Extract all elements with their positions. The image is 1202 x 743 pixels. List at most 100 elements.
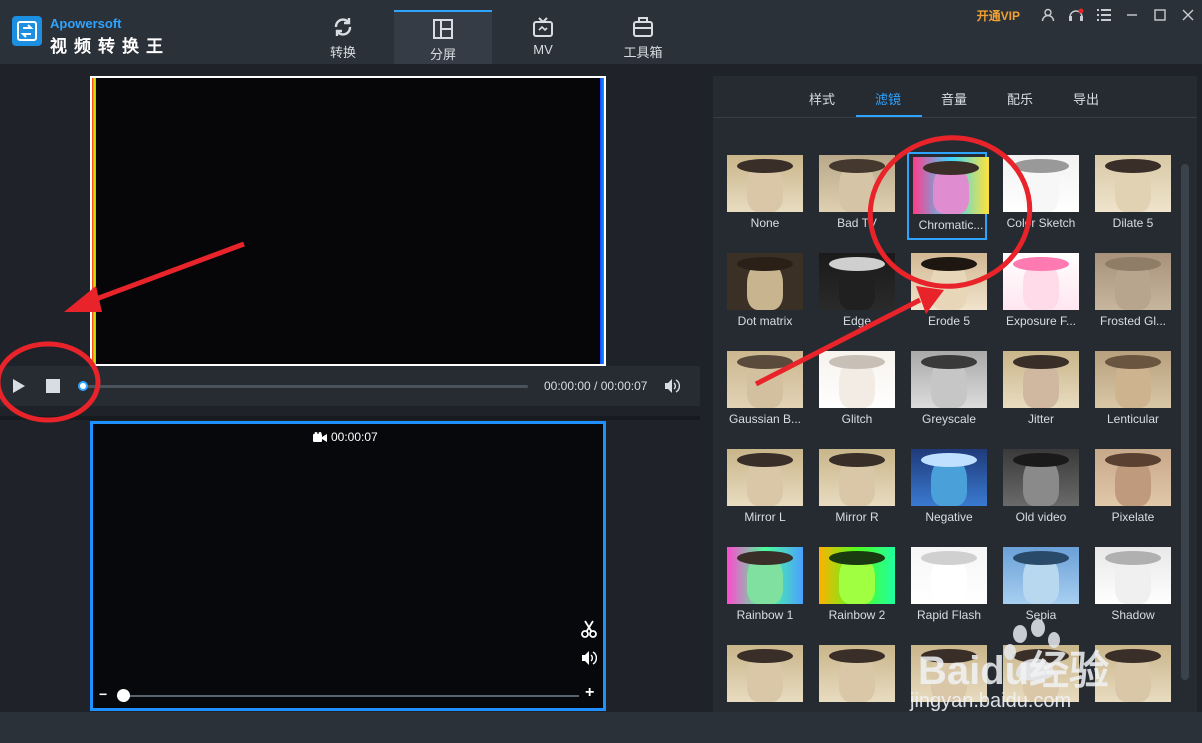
chromatic-edge-left bbox=[92, 78, 96, 364]
tab-export[interactable]: 导出 bbox=[1073, 89, 1099, 108]
hat-image bbox=[829, 551, 885, 565]
filter-item[interactable]: Old video bbox=[999, 446, 1079, 534]
brand-name: Apowersoft bbox=[50, 16, 122, 31]
filter-label: Old video bbox=[1015, 510, 1067, 524]
filter-item[interactable]: Frosted Gl... bbox=[1091, 250, 1171, 338]
filter-thumbnail bbox=[1095, 351, 1171, 408]
filter-label: Glitch bbox=[841, 412, 873, 426]
tab-split-screen[interactable]: 分屏 bbox=[394, 10, 492, 64]
pane-divider bbox=[0, 416, 700, 420]
hat-image bbox=[829, 159, 885, 173]
filter-thumbnail bbox=[911, 351, 987, 408]
playback-time: 00:00:00 / 00:00:07 bbox=[544, 379, 648, 393]
watermark-url: jingyan.baidu.com bbox=[910, 690, 1072, 712]
hat-image bbox=[1105, 551, 1161, 565]
filter-scrollbar[interactable] bbox=[1181, 164, 1189, 680]
clip-duration-text: 00:00:07 bbox=[331, 430, 378, 444]
filter-item[interactable]: Rainbow 1 bbox=[723, 544, 803, 632]
maximize-icon[interactable] bbox=[1146, 0, 1174, 30]
volume-icon bbox=[582, 651, 598, 665]
tab-convert-label: 转换 bbox=[329, 45, 356, 60]
volume-button[interactable] bbox=[664, 378, 681, 399]
hat-image bbox=[1013, 551, 1069, 565]
filter-item[interactable]: Lenticular bbox=[1091, 348, 1171, 436]
tab-music[interactable]: 配乐 bbox=[1007, 89, 1033, 108]
hat-image bbox=[921, 257, 977, 271]
filter-item[interactable]: Greyscale bbox=[907, 348, 987, 436]
hat-image bbox=[1013, 159, 1069, 173]
tab-toolbox-label: 工具箱 bbox=[623, 45, 663, 60]
tab-convert[interactable]: 转换 bbox=[294, 10, 392, 64]
menu-icon[interactable] bbox=[1090, 0, 1118, 30]
filter-item[interactable]: Erode 5 bbox=[907, 250, 987, 338]
filter-thumbnail bbox=[911, 449, 987, 506]
filter-thumbnail bbox=[1003, 449, 1079, 506]
filter-label: Rainbow 1 bbox=[736, 608, 794, 622]
filter-label: Dot matrix bbox=[737, 314, 793, 328]
filter-item[interactable]: Glitch bbox=[815, 348, 895, 436]
scissors-icon bbox=[581, 620, 597, 638]
filter-item[interactable]: Edge bbox=[815, 250, 895, 338]
filter-item[interactable]: Bad TV bbox=[815, 152, 895, 240]
filter-item[interactable]: Chromatic... bbox=[907, 152, 989, 240]
clip-zoom-handle[interactable] bbox=[117, 689, 130, 702]
source-clip-preview[interactable]: 00:00:07 − + bbox=[90, 421, 606, 711]
filter-item[interactable]: Mirror L bbox=[723, 446, 803, 534]
hat-image bbox=[1105, 257, 1161, 271]
filter-item[interactable]: Negative bbox=[907, 446, 987, 534]
filter-item[interactable]: None bbox=[723, 152, 803, 240]
support-icon[interactable] bbox=[1062, 0, 1090, 30]
minimize-icon[interactable] bbox=[1118, 0, 1146, 30]
filter-item[interactable]: Gaussian B... bbox=[723, 348, 803, 436]
video-camera-icon bbox=[313, 431, 327, 442]
filter-thumbnail bbox=[727, 155, 803, 212]
vip-button[interactable]: 开通VIP bbox=[977, 7, 1020, 24]
split-screen-icon bbox=[433, 19, 453, 39]
filter-item[interactable]: Dilate 5 bbox=[1091, 152, 1171, 240]
hat-image bbox=[829, 649, 885, 663]
filter-item[interactable]: Mirror R bbox=[815, 446, 895, 534]
tab-toolbox[interactable]: 工具箱 bbox=[594, 10, 692, 64]
filter-label: Negative bbox=[925, 510, 973, 524]
hat-image bbox=[921, 453, 977, 467]
filter-item[interactable]: Pixelate bbox=[1091, 446, 1171, 534]
filter-thumbnail bbox=[1095, 253, 1171, 310]
tab-style[interactable]: 样式 bbox=[809, 89, 835, 108]
tab-mv-label: MV bbox=[533, 42, 553, 57]
zoom-in-button[interactable]: + bbox=[585, 684, 594, 702]
filter-label: Mirror L bbox=[744, 510, 786, 524]
hat-image bbox=[921, 355, 977, 369]
clip-zoom-slider[interactable] bbox=[117, 695, 579, 697]
filter-thumbnail bbox=[1095, 155, 1171, 212]
clip-volume-button[interactable] bbox=[581, 650, 598, 671]
tab-mv[interactable]: MV bbox=[494, 10, 592, 64]
hat-image bbox=[829, 257, 885, 271]
close-icon[interactable] bbox=[1174, 0, 1202, 30]
hat-image bbox=[829, 453, 885, 467]
trim-button[interactable] bbox=[581, 620, 597, 643]
filter-label: Pixelate bbox=[1111, 510, 1155, 524]
filter-item[interactable]: Jitter bbox=[999, 348, 1079, 436]
playback-progress-handle[interactable] bbox=[78, 381, 88, 391]
filter-label: Rainbow 2 bbox=[828, 608, 886, 622]
tab-volume[interactable]: 音量 bbox=[941, 89, 967, 108]
filter-thumbnail bbox=[913, 157, 989, 214]
hat-image bbox=[737, 355, 793, 369]
output-preview bbox=[90, 76, 606, 366]
filter-item[interactable]: Rainbow 2 bbox=[815, 544, 895, 632]
user-icon[interactable] bbox=[1034, 0, 1062, 30]
filter-item[interactable]: Color Sketch bbox=[999, 152, 1079, 240]
filter-item[interactable]: Exposure F... bbox=[999, 250, 1079, 338]
zoom-out-button[interactable]: − bbox=[99, 686, 107, 702]
playback-progress-bar[interactable] bbox=[82, 385, 528, 388]
tab-filter[interactable]: 滤镜 bbox=[875, 89, 901, 108]
play-button[interactable] bbox=[12, 378, 26, 399]
window-controls: 开通VIP bbox=[977, 0, 1202, 30]
hat-image bbox=[737, 453, 793, 467]
hat-image bbox=[923, 161, 979, 175]
filter-label: Lenticular bbox=[1106, 412, 1160, 426]
stop-button[interactable] bbox=[46, 379, 60, 398]
active-tab-indicator bbox=[856, 115, 922, 117]
filter-item[interactable]: Dot matrix bbox=[723, 250, 803, 338]
filter-thumbnail bbox=[819, 155, 895, 212]
